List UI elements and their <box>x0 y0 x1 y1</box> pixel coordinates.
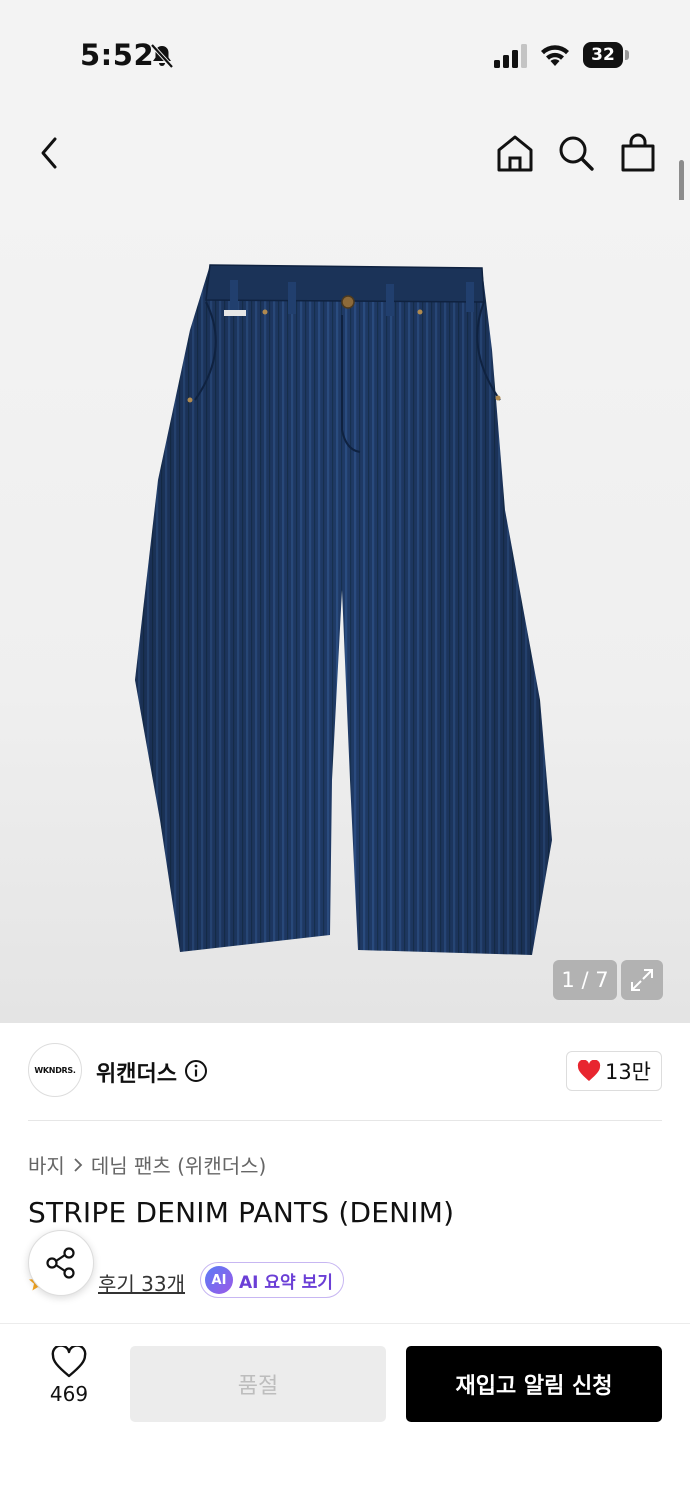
product-image-gallery[interactable]: 1 / 7 <box>0 200 690 1023</box>
home-icon <box>497 135 533 172</box>
soldout-button: 품절 <box>130 1346 386 1422</box>
brand-like-count: 13만 <box>604 1060 651 1084</box>
share-icon <box>46 1247 75 1279</box>
brand-like-button[interactable]: 13만 <box>565 1051 662 1091</box>
status-time: 5:52 <box>80 38 155 72</box>
chevron-left-icon <box>41 137 57 169</box>
chevron-right-icon <box>74 1157 83 1172</box>
shopping-bag-button[interactable] <box>613 128 663 178</box>
restock-alert-button[interactable]: 재입고 알림 신청 <box>406 1346 662 1422</box>
bottom-action-bar: 469 품절 재입고 알림 신청 <box>0 1323 690 1500</box>
review-row: 후기 33개 AI AI 요약 보기 <box>28 1262 662 1300</box>
brand-logo[interactable]: WKNDRS. <box>28 1043 82 1097</box>
top-nav-bar <box>0 110 690 224</box>
product-title: STRIPE DENIM PANTS (DENIM) <box>28 1196 455 1229</box>
ai-summary-button[interactable]: AI AI 요약 보기 <box>200 1262 344 1298</box>
battery-cap <box>625 50 629 60</box>
brand-row: WKNDRS. 위캔더스 13만 <box>28 1043 662 1099</box>
breadcrumb-sub-category[interactable]: 데님 팬츠 (위캔더스) <box>91 1150 267 1179</box>
battery-indicator: 32 <box>583 42 629 70</box>
info-icon[interactable] <box>184 1059 208 1083</box>
image-page-indicator: 1 / 7 <box>553 960 617 1000</box>
breadcrumb-category[interactable]: 바지 <box>28 1150 65 1179</box>
home-button[interactable] <box>490 128 540 178</box>
status-bar: 5:52 32 <box>0 0 690 110</box>
shopping-bag-icon <box>621 133 655 172</box>
section-divider <box>28 1120 662 1121</box>
heart-outline-icon <box>51 1346 87 1378</box>
cellular-signal-icon <box>494 44 527 68</box>
expand-image-button[interactable] <box>621 960 663 1000</box>
back-button[interactable] <box>24 128 74 178</box>
wishlist-button[interactable]: 469 <box>28 1346 110 1426</box>
product-photo-denim-pants <box>135 264 552 955</box>
share-button[interactable] <box>28 1230 94 1296</box>
reviews-link[interactable]: 후기 33개 <box>98 1268 185 1297</box>
ai-icon: AI <box>205 1266 233 1294</box>
brand-name[interactable]: 위캔더스 <box>96 1056 177 1088</box>
battery-level: 32 <box>583 42 623 68</box>
wishlist-count: 469 <box>49 1382 89 1406</box>
heart-filled-icon <box>577 1060 601 1081</box>
search-icon <box>559 136 594 171</box>
search-button[interactable] <box>551 128 601 178</box>
ai-summary-label: AI 요약 보기 <box>239 1272 333 1293</box>
breadcrumb: 바지 데님 팬츠 (위캔더스) <box>28 1150 266 1179</box>
bell-muted-icon <box>150 43 174 69</box>
wifi-icon <box>541 45 569 66</box>
expand-icon <box>631 969 653 991</box>
